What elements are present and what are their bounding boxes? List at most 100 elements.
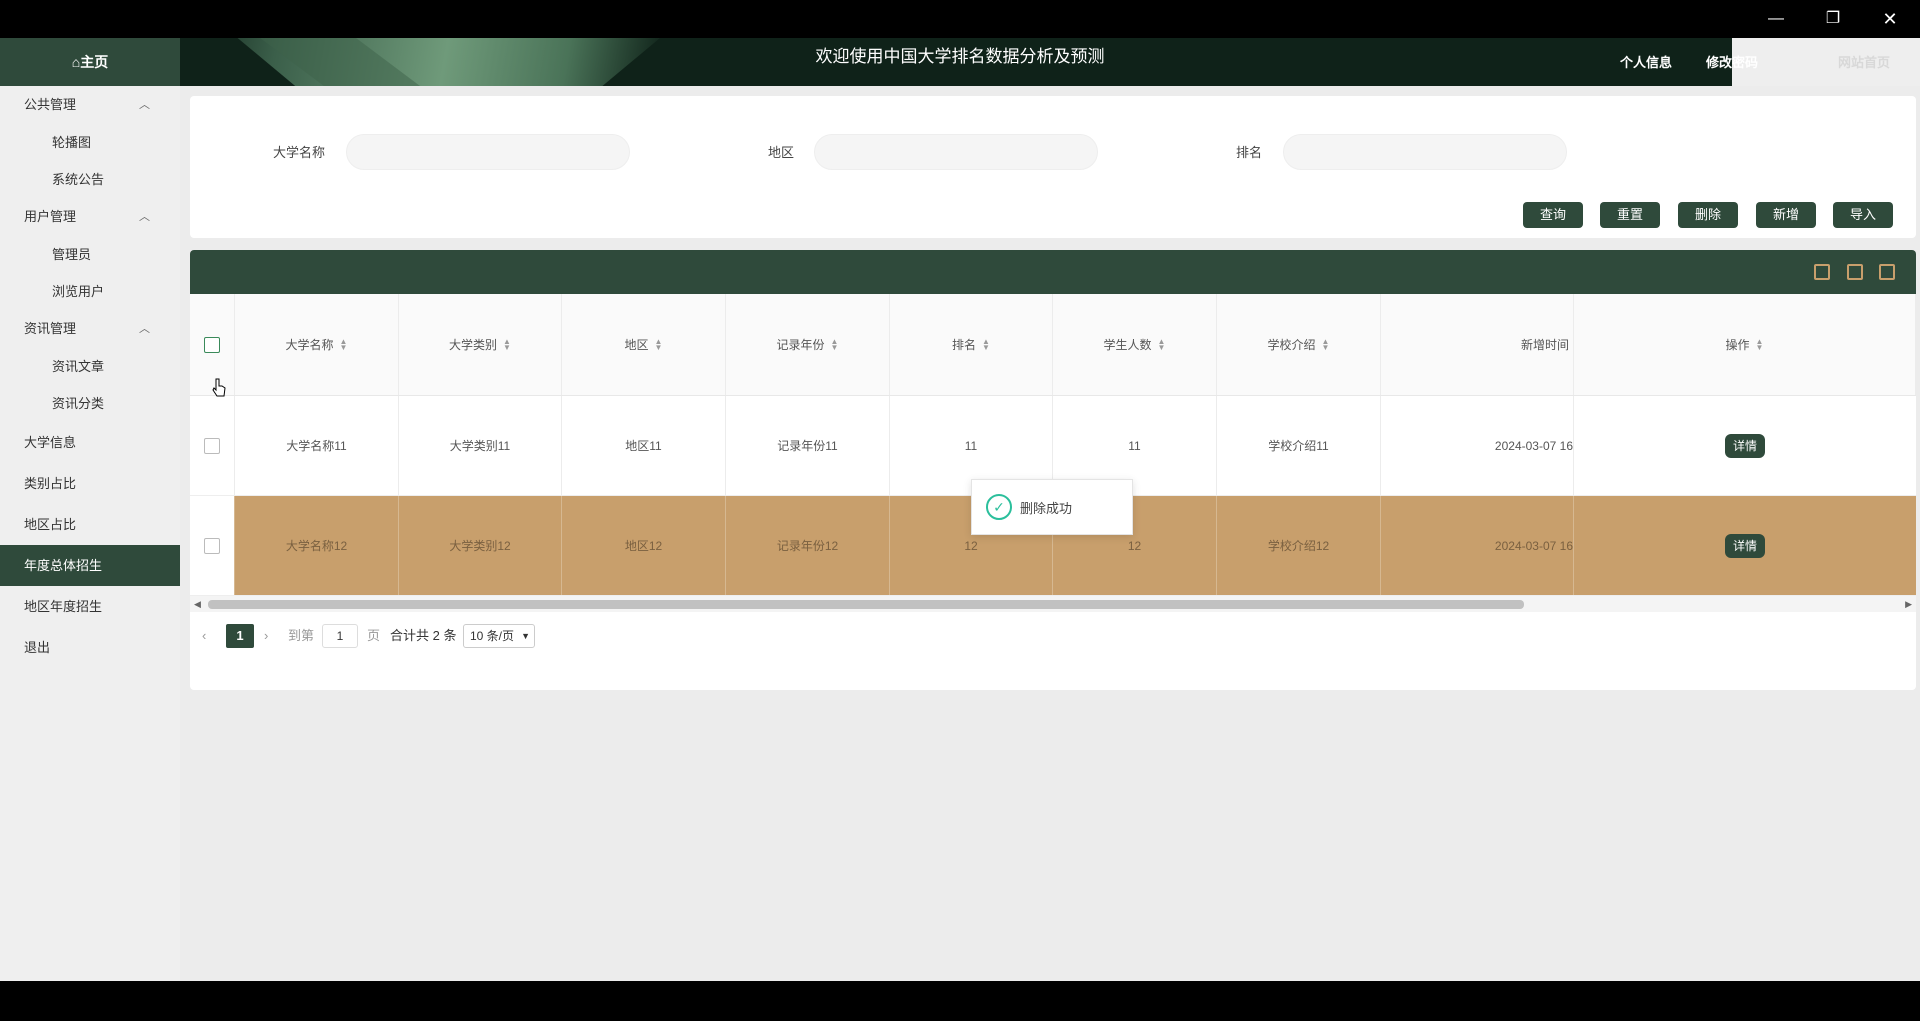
sort-icon[interactable]: ▲ ▼ (503, 337, 511, 351)
sidebar-group-public[interactable]: 公共管理 ︿ (0, 86, 180, 124)
cell-intro: 学校介绍11 (1217, 396, 1381, 495)
sidebar-item-region-annual-enrollment[interactable]: 地区年度招生 (0, 586, 180, 627)
profile-link[interactable]: 个人信息 (1620, 52, 1672, 71)
sidebar-group-label: 资讯管理 (24, 321, 77, 336)
sidebar-item-annual-enrollment[interactable]: 年度总体招生 (0, 545, 180, 586)
table-header: 大学名称 ▲ ▼ 大学类别 ▲ ▼ 地区 ▲ ▼ 记录年份 ▲ ▼ 排名 ▲ ▼ 学生人数 ▲ ▼ 学校… (190, 294, 1916, 396)
sidebar-group-label: 公共管理 (24, 97, 77, 112)
sidebar-item-visitors[interactable]: 浏览用户 (0, 273, 180, 310)
image-icon[interactable] (1847, 264, 1863, 280)
cell-category: 大学类别12 (399, 496, 562, 595)
select-all-checkbox[interactable] (204, 336, 220, 353)
cell-action: 详情 (1574, 496, 1916, 595)
sidebar-item-logout[interactable]: 退出 (0, 627, 180, 668)
cell-intro: 学校介绍12 (1217, 496, 1381, 595)
sort-icon[interactable]: ▲ ▼ (340, 337, 348, 351)
change-password-link[interactable]: 修改密码 (1706, 52, 1758, 71)
cell-category: 大学类别11 (399, 396, 562, 495)
pagination: ‹ 1 › 到第 页 合计共 2 条 10 条/页 ▼ (190, 616, 1916, 656)
export-icon[interactable] (1879, 264, 1895, 280)
table-panel: 大学名称 ▲ ▼ 大学类别 ▲ ▼ 地区 ▲ ▼ 记录年份 ▲ ▼ 排名 ▲ ▼ 学生人数 ▲ ▼ 学校… (190, 250, 1916, 690)
sidebar-item-category-share[interactable]: 类别占比 (0, 463, 180, 504)
website-home-link[interactable]: 网站首页 (1838, 52, 1890, 71)
table-icon[interactable] (1814, 264, 1830, 280)
delete-button[interactable]: 删除 (1678, 202, 1738, 228)
column-header-label: 大学类别 (449, 338, 498, 352)
column-header-year[interactable]: 记录年份 ▲ ▼ (726, 294, 890, 395)
column-header-region[interactable]: 地区 ▲ ▼ (562, 294, 726, 395)
column-header-label: 排名 (952, 338, 977, 352)
cell-time: 2024-03-07 16 (1381, 496, 1574, 595)
column-header-label: 学生人数 (1103, 338, 1152, 352)
cell-year: 记录年份12 (726, 496, 890, 595)
page-number-current[interactable]: 1 (226, 624, 254, 648)
sidebar-item-news-categories[interactable]: 资讯分类 (0, 385, 180, 422)
sidebar-item-university-info[interactable]: 大学信息 (0, 422, 180, 463)
scroll-left-icon[interactable]: ◀ (194, 596, 201, 612)
scroll-right-icon[interactable]: ▶ (1905, 596, 1912, 612)
column-header-intro[interactable]: 学校介绍 ▲ ▼ (1217, 294, 1381, 395)
sort-icon[interactable]: ▲ ▼ (982, 337, 990, 351)
scrollbar-thumb[interactable] (208, 600, 1524, 609)
reset-button[interactable]: 重置 (1600, 202, 1660, 228)
cell-region: 地区12 (562, 496, 726, 595)
sort-icon[interactable]: ▲ ▼ (1756, 337, 1764, 351)
sort-icon[interactable]: ▲ ▼ (655, 337, 663, 351)
cell-name: 大学名称12 (235, 496, 399, 595)
sidebar-item-region-share[interactable]: 地区占比 (0, 504, 180, 545)
sidebar-menu: 公共管理 ︿ 轮播图 系统公告 用户管理 ︿ 管理员 浏览用户 资讯管理 ︿ 资… (0, 86, 180, 668)
detail-button[interactable]: 详情 (1725, 533, 1765, 558)
page-title: 欢迎使用中国大学排名数据分析及预测 (815, 47, 1105, 66)
detail-button[interactable]: 详情 (1725, 433, 1765, 458)
horizontal-scrollbar[interactable]: ◀ ▶ (190, 596, 1916, 612)
column-header-label: 操作 (1725, 338, 1750, 352)
table-toolbar (190, 250, 1916, 294)
sort-icon[interactable]: ▲ ▼ (1158, 337, 1166, 351)
column-header-students[interactable]: 学生人数 ▲ ▼ (1053, 294, 1217, 395)
sidebar-item-news-articles[interactable]: 资讯文章 (0, 348, 180, 385)
sidebar-item-carousel[interactable]: 轮播图 (0, 124, 180, 161)
column-header-category[interactable]: 大学类别 ▲ ▼ (399, 294, 562, 395)
column-header-label: 记录年份 (776, 338, 825, 352)
cell-time: 2024-03-07 16 (1381, 396, 1574, 495)
close-window-button[interactable]: ✕ (1870, 6, 1910, 32)
page-size-select[interactable]: 10 条/页 ▼ (463, 624, 535, 648)
sidebar-item-admin[interactable]: 管理员 (0, 236, 180, 273)
add-button[interactable]: 新增 (1756, 202, 1816, 228)
rank-input[interactable] (1283, 134, 1567, 170)
column-header-action: 操作 ▲ ▼ (1574, 294, 1916, 395)
rank-label: 排名 (1236, 145, 1263, 160)
column-header-label: 地区 (624, 338, 649, 352)
column-header-time[interactable]: 新增时间 (1381, 294, 1574, 395)
university-name-input[interactable] (346, 134, 630, 170)
chevron-up-icon: ︿ (139, 99, 150, 111)
sort-icon[interactable]: ▲ ▼ (831, 337, 839, 351)
row-checkbox[interactable] (204, 437, 220, 454)
chevron-down-icon: ▼ (521, 631, 530, 641)
prev-page-icon[interactable]: ‹ (202, 624, 206, 648)
column-header-label: 新增时间 (1520, 338, 1569, 352)
column-header-name[interactable]: 大学名称 ▲ ▼ (235, 294, 399, 395)
row-checkbox[interactable] (204, 537, 220, 554)
success-toast: ✓ 删除成功 (971, 479, 1133, 535)
sidebar-item-announcement[interactable]: 系统公告 (0, 161, 180, 198)
chevron-up-icon: ︿ (139, 323, 150, 335)
sidebar-group-users[interactable]: 用户管理 ︿ (0, 198, 180, 236)
cell-region: 地区11 (562, 396, 726, 495)
sidebar-home-link[interactable]: ⌂主页 (0, 38, 180, 86)
import-button[interactable]: 导入 (1833, 202, 1893, 228)
region-input[interactable] (814, 134, 1098, 170)
column-header-rank[interactable]: 排名 ▲ ▼ (890, 294, 1053, 395)
restore-button[interactable]: ❐ (1813, 6, 1853, 32)
sidebar-group-news[interactable]: 资讯管理 ︿ (0, 310, 180, 348)
sort-icon[interactable]: ▲ ▼ (1322, 337, 1330, 351)
page-size-value: 10 条/页 (470, 629, 515, 643)
query-button[interactable]: 查询 (1523, 202, 1583, 228)
next-page-icon[interactable]: › (264, 624, 268, 648)
row-select-cell (190, 496, 235, 595)
column-header-label: 学校介绍 (1267, 338, 1316, 352)
cell-year: 记录年份11 (726, 396, 890, 495)
goto-page-input[interactable] (322, 624, 358, 648)
university-name-label: 大学名称 (273, 145, 326, 160)
minimize-button[interactable]: — (1756, 6, 1796, 32)
